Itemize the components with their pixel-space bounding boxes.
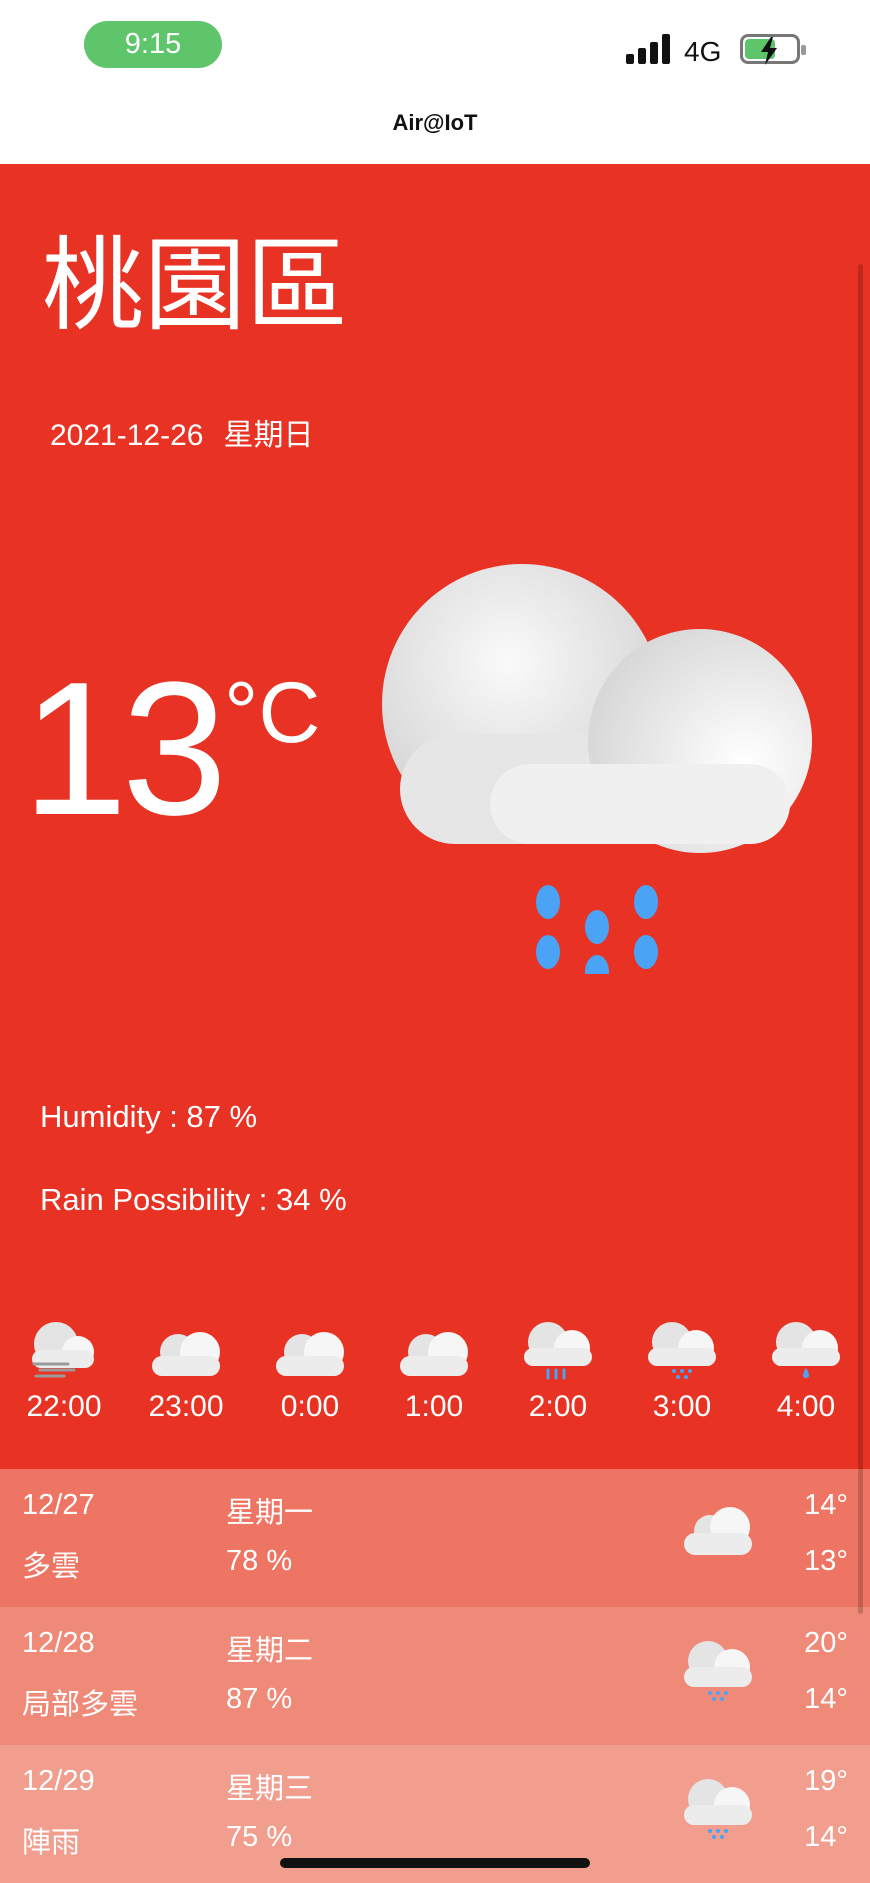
cloud-icon bbox=[152, 1332, 220, 1376]
day-date: 12/29 bbox=[22, 1765, 95, 1797]
cloud-icon bbox=[684, 1507, 752, 1555]
cloud-icon bbox=[400, 1332, 468, 1376]
day-humidity: 78 % bbox=[226, 1545, 293, 1577]
current-weather-panel: 桃園區 2021-12-26 星期日 13 °C Humidity: 87 %… bbox=[0, 164, 870, 1469]
humidity-text: Humidity : 87 % bbox=[40, 1099, 258, 1134]
day-low: 14° bbox=[804, 1683, 848, 1715]
hourly-item: 0:00 bbox=[248, 1320, 372, 1424]
hour-label: 4:00 bbox=[776, 1390, 836, 1423]
day-weekday: 星期一 bbox=[226, 1497, 314, 1529]
hour-label: 0:00 bbox=[280, 1390, 340, 1423]
day-high: 14° bbox=[804, 1489, 848, 1521]
app-title: Air@IoT bbox=[392, 110, 478, 135]
battery-icon bbox=[740, 34, 806, 65]
hourly-item: 2:00 bbox=[496, 1320, 620, 1424]
hour-label: 2:00 bbox=[528, 1390, 588, 1423]
hour-label: 1:00 bbox=[404, 1390, 464, 1423]
day-low: 14° bbox=[804, 1821, 848, 1853]
day-high: 20° bbox=[804, 1627, 848, 1659]
weekday-text: 星期日 bbox=[223, 419, 314, 452]
cloud-icon bbox=[276, 1332, 344, 1376]
signal-icon bbox=[626, 34, 672, 64]
day-date: 12/28 bbox=[22, 1627, 95, 1659]
hourly-forecast: 22:00 23:00 0:00 1:00 2:00 3:00 4:00 bbox=[0, 1320, 870, 1450]
network-label: 4G bbox=[684, 36, 722, 67]
scrollbar[interactable] bbox=[858, 264, 863, 1614]
current-temperature: 13 bbox=[22, 643, 227, 855]
day-humidity: 87 % bbox=[226, 1683, 293, 1715]
day-low: 13° bbox=[804, 1545, 848, 1577]
hourly-item: 22:00 bbox=[2, 1320, 126, 1424]
location-title: 桃園區 bbox=[42, 227, 348, 346]
hour-label: 3:00 bbox=[652, 1390, 712, 1423]
hour-label: 22:00 bbox=[26, 1390, 102, 1423]
cloud-drizzle-icon bbox=[684, 1779, 752, 1839]
day-description: 多雲 bbox=[22, 1551, 81, 1583]
day-high: 19° bbox=[804, 1765, 848, 1797]
hourly-item: 23:00 bbox=[124, 1320, 248, 1424]
current-date: 2021-12-26 星期日 bbox=[50, 410, 333, 454]
hour-label: 23:00 bbox=[148, 1390, 224, 1423]
cloud-drizzle-icon bbox=[684, 1641, 752, 1701]
day-date: 12/27 bbox=[22, 1489, 95, 1521]
day-description: 陣雨 bbox=[22, 1827, 81, 1859]
status-time: 9:15 bbox=[84, 21, 222, 68]
cloud-wind-icon bbox=[32, 1322, 94, 1378]
cloud-drizzle-icon bbox=[648, 1322, 716, 1379]
hourly-item: 1:00 bbox=[372, 1320, 496, 1424]
home-indicator[interactable] bbox=[280, 1858, 590, 1868]
day-weekday: 星期二 bbox=[226, 1635, 314, 1667]
hourly-item: 3:00 bbox=[620, 1320, 744, 1424]
status-bar: 9:15 4G bbox=[0, 0, 870, 100]
daily-row[interactable]: 12/27 多雲 星期一 78 % 14° 13° bbox=[0, 1469, 870, 1607]
temperature-unit: °C bbox=[224, 665, 321, 761]
cloud-rain-icon bbox=[524, 1322, 592, 1380]
day-humidity: 75 % bbox=[226, 1821, 293, 1853]
cloud-drop-icon bbox=[772, 1322, 840, 1378]
day-weekday: 星期三 bbox=[226, 1773, 314, 1805]
rain-possibility-text: Rain Possibility : 34 % bbox=[40, 1182, 347, 1217]
daily-row[interactable]: 12/28 局部多雲 星期二 87 % 20° 14° bbox=[0, 1607, 870, 1745]
date-text: 2021-12-26 bbox=[50, 419, 204, 452]
cloud-rain-icon bbox=[380, 554, 820, 989]
day-description: 局部多雲 bbox=[22, 1689, 139, 1721]
hourly-item: 4:00 bbox=[744, 1320, 868, 1424]
